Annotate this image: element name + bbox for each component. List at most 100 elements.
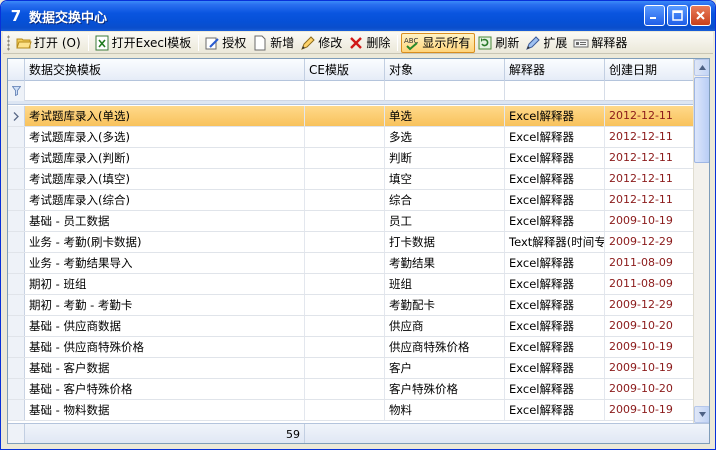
cell-ce-template[interactable] <box>305 232 385 252</box>
cell-created-date[interactable]: 2009-10-19 <box>605 400 694 420</box>
cell-interpreter[interactable]: Excel解释器 <box>505 211 605 231</box>
cell-ce-template[interactable] <box>305 316 385 336</box>
table-row[interactable]: 期初 - 考勤 - 考勤卡 考勤配卡 Excel解释器 2009-12-29 <box>8 295 694 316</box>
cell-ce-template[interactable] <box>305 337 385 357</box>
cell-interpreter[interactable]: Excel解释器 <box>505 295 605 315</box>
authorize-button[interactable]: 授权 <box>202 33 250 53</box>
row-indicator[interactable] <box>8 316 25 336</box>
cell-template[interactable]: 业务 - 考勤(刷卡数据) <box>25 232 305 252</box>
cell-interpreter[interactable]: Excel解释器 <box>505 106 605 126</box>
row-indicator[interactable] <box>8 148 25 168</box>
row-indicator[interactable] <box>8 274 25 294</box>
cell-ce-template[interactable] <box>305 148 385 168</box>
cell-object[interactable]: 物料 <box>385 400 505 420</box>
cell-interpreter[interactable]: Excel解释器 <box>505 148 605 168</box>
cell-template[interactable]: 基础 - 供应商数据 <box>25 316 305 336</box>
cell-created-date[interactable]: 2012-12-11 <box>605 169 694 189</box>
cell-interpreter[interactable]: Excel解释器 <box>505 400 605 420</box>
row-indicator[interactable] <box>8 106 25 126</box>
cell-template[interactable]: 基础 - 员工数据 <box>25 211 305 231</box>
row-indicator[interactable] <box>8 358 25 378</box>
row-indicator[interactable] <box>8 379 25 399</box>
cell-template[interactable]: 期初 - 班组 <box>25 274 305 294</box>
cell-template[interactable]: 考试题库录入(填空) <box>25 169 305 189</box>
filter-template-input[interactable] <box>25 81 305 101</box>
column-header-interpreter[interactable]: 解释器 <box>505 59 605 81</box>
cell-template[interactable]: 基础 - 物料数据 <box>25 400 305 420</box>
delete-button[interactable]: 删除 <box>346 33 394 53</box>
cell-template[interactable]: 考试题库录入(综合) <box>25 190 305 210</box>
cell-ce-template[interactable] <box>305 127 385 147</box>
scroll-up-button[interactable] <box>694 59 709 76</box>
cell-interpreter[interactable]: Excel解释器 <box>505 358 605 378</box>
open-excel-template-button[interactable]: 打开Execl模板 <box>92 33 196 53</box>
filter-interpreter-input[interactable] <box>505 81 605 101</box>
cell-template[interactable]: 考试题库录入(判断) <box>25 148 305 168</box>
cell-ce-template[interactable] <box>305 358 385 378</box>
table-row[interactable]: 期初 - 班组 班组 Excel解释器 2011-08-09 <box>8 274 694 295</box>
column-header-created-date[interactable]: 创建日期 <box>605 59 694 81</box>
filter-icon[interactable] <box>8 81 25 101</box>
filter-ce-input[interactable] <box>305 81 385 101</box>
table-row[interactable]: 基础 - 物料数据 物料 Excel解释器 2009-10-19 <box>8 400 694 421</box>
cell-object[interactable]: 多选 <box>385 127 505 147</box>
cell-created-date[interactable]: 2012-12-11 <box>605 148 694 168</box>
title-bar[interactable]: 7 数据交换中心 <box>1 1 715 31</box>
table-row[interactable]: 基础 - 客户数据 客户 Excel解释器 2009-10-19 <box>8 358 694 379</box>
cell-template[interactable]: 基础 - 客户特殊价格 <box>25 379 305 399</box>
cell-created-date[interactable]: 2009-10-19 <box>605 358 694 378</box>
cell-ce-template[interactable] <box>305 253 385 273</box>
table-row[interactable]: 业务 - 考勤结果导入 考勤结果 Excel解释器 2011-08-09 <box>8 253 694 274</box>
cell-template[interactable]: 基础 - 供应商特殊价格 <box>25 337 305 357</box>
column-header-ce-template[interactable]: CE模版 <box>305 59 385 81</box>
minimize-button[interactable] <box>644 5 665 26</box>
cell-object[interactable]: 班组 <box>385 274 505 294</box>
cell-ce-template[interactable] <box>305 190 385 210</box>
cell-template[interactable]: 基础 - 客户数据 <box>25 358 305 378</box>
cell-ce-template[interactable] <box>305 211 385 231</box>
cell-template[interactable]: 业务 - 考勤结果导入 <box>25 253 305 273</box>
cell-created-date[interactable]: 2011-08-09 <box>605 253 694 273</box>
cell-created-date[interactable]: 2009-10-19 <box>605 337 694 357</box>
cell-object[interactable]: 客户 <box>385 358 505 378</box>
cell-object[interactable]: 员工 <box>385 211 505 231</box>
cell-interpreter[interactable]: Excel解释器 <box>505 337 605 357</box>
table-row[interactable]: 考试题库录入(单选) 单选 Excel解释器 2012-12-11 <box>8 106 694 127</box>
close-button[interactable] <box>690 5 711 26</box>
row-indicator[interactable] <box>8 211 25 231</box>
row-indicator[interactable] <box>8 169 25 189</box>
table-row[interactable]: 基础 - 供应商特殊价格 供应商特殊价格 Excel解释器 2009-10-19 <box>8 337 694 358</box>
cell-object[interactable]: 单选 <box>385 106 505 126</box>
cell-ce-template[interactable] <box>305 274 385 294</box>
cell-interpreter[interactable]: Excel解释器 <box>505 190 605 210</box>
table-row[interactable]: 考试题库录入(填空) 填空 Excel解释器 2012-12-11 <box>8 169 694 190</box>
table-row[interactable]: 考试题库录入(判断) 判断 Excel解释器 2012-12-11 <box>8 148 694 169</box>
cell-object[interactable]: 填空 <box>385 169 505 189</box>
scrollbar-thumb[interactable] <box>694 77 709 163</box>
cell-interpreter[interactable]: Excel解释器 <box>505 169 605 189</box>
vertical-scrollbar[interactable] <box>693 59 709 423</box>
cell-object[interactable]: 考勤配卡 <box>385 295 505 315</box>
cell-created-date[interactable]: 2012-12-11 <box>605 127 694 147</box>
row-indicator[interactable] <box>8 190 25 210</box>
cell-created-date[interactable]: 2009-12-29 <box>605 295 694 315</box>
cell-interpreter[interactable]: Excel解释器 <box>505 253 605 273</box>
scroll-down-button[interactable] <box>694 406 709 423</box>
row-indicator[interactable] <box>8 400 25 420</box>
edit-button[interactable]: 修改 <box>298 33 346 53</box>
cell-created-date[interactable]: 2009-10-19 <box>605 211 694 231</box>
cell-created-date[interactable]: 2009-12-29 <box>605 232 694 252</box>
cell-ce-template[interactable] <box>305 169 385 189</box>
table-row[interactable]: 考试题库录入(多选) 多选 Excel解释器 2012-12-11 <box>8 127 694 148</box>
cell-created-date[interactable]: 2011-08-09 <box>605 274 694 294</box>
cell-ce-template[interactable] <box>305 400 385 420</box>
row-indicator[interactable] <box>8 253 25 273</box>
cell-object[interactable]: 判断 <box>385 148 505 168</box>
table-row[interactable]: 业务 - 考勤(刷卡数据) 打卡数据 Text解释器(时间专 2009-12-29 <box>8 232 694 253</box>
refresh-button[interactable]: 刷新 <box>475 33 523 53</box>
cell-object[interactable]: 考勤结果 <box>385 253 505 273</box>
cell-template[interactable]: 考试题库录入(单选) <box>25 106 305 126</box>
row-indicator[interactable] <box>8 337 25 357</box>
filter-date-input[interactable] <box>605 81 694 101</box>
cell-interpreter[interactable]: Excel解释器 <box>505 379 605 399</box>
